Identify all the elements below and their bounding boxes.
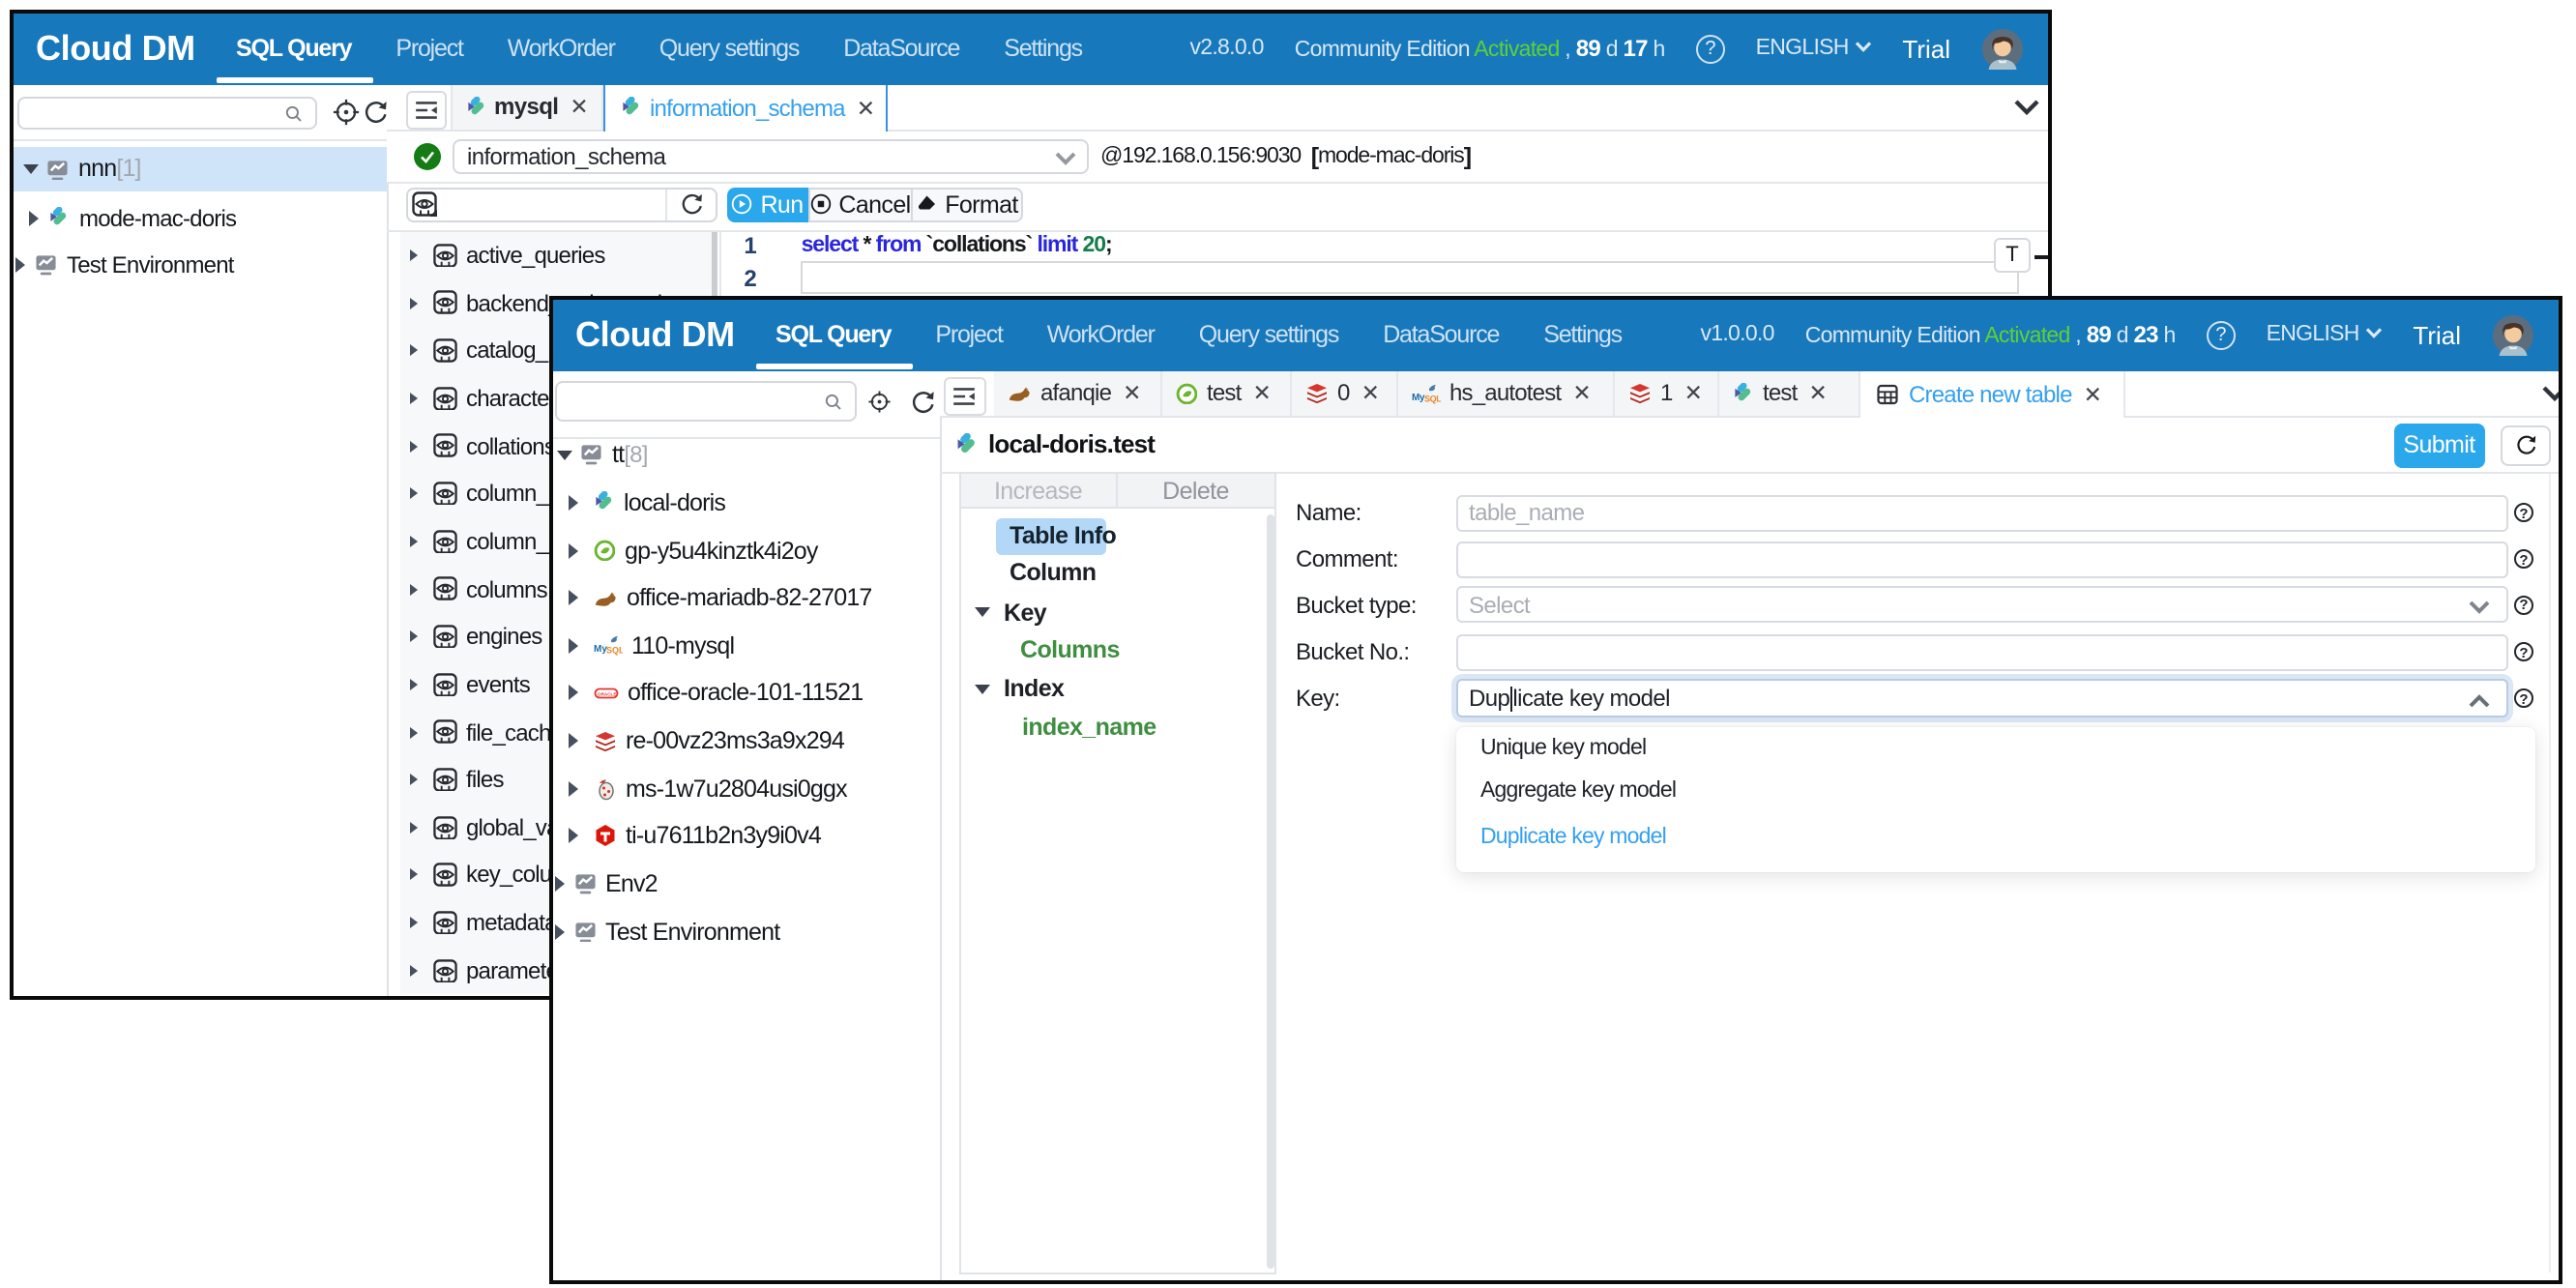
svg-text:My: My bbox=[1411, 393, 1424, 403]
svg-text:ORACLE: ORACLE bbox=[597, 691, 615, 696]
svg-text:SQL: SQL bbox=[1423, 394, 1440, 403]
svg-text:SQL: SQL bbox=[605, 646, 622, 656]
